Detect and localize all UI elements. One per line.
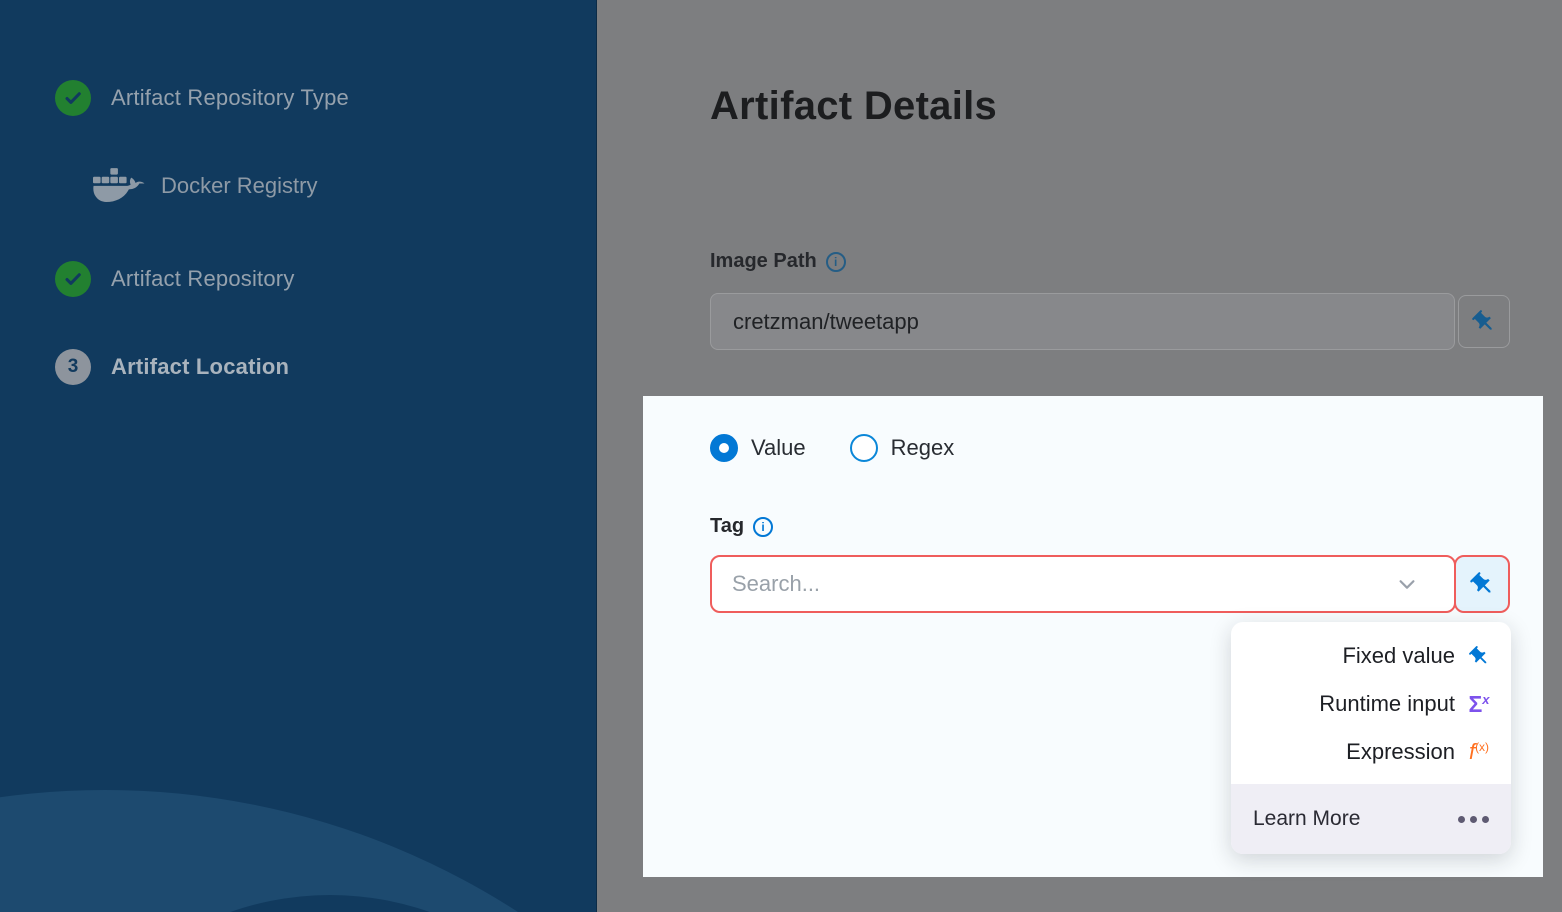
ellipsis-icon[interactable] [1458,816,1489,823]
sidebar-item-docker-registry[interactable]: Docker Registry [93,166,317,206]
step-number-badge: 3 [55,349,91,385]
f-of-x-icon: f(x) [1466,741,1492,763]
sub-step-label: Docker Registry [161,173,317,199]
menu-item-expression[interactable]: Expression f(x) [1231,728,1511,776]
menu-item-runtime-input[interactable]: Runtime input Σx [1231,680,1511,728]
check-icon [55,261,91,297]
tag-search-box [710,555,1456,613]
menu-footer: Learn More [1231,784,1511,854]
learn-more-link[interactable]: Learn More [1253,807,1360,831]
tag-type-radio-group: Value Regex [710,434,954,462]
value-type-menu-items: Fixed value Runtime input Σx Expression … [1231,622,1511,784]
tag-selection-panel: Value Regex Tag i [643,396,1543,877]
radio-unselected-icon [850,434,878,462]
value-type-menu: Fixed value Runtime input Σx Expression … [1231,622,1511,854]
tag-select-control [710,555,1510,613]
page-title: Artifact Details [710,84,997,129]
pin-icon [1471,309,1497,335]
tag-search-input[interactable] [712,557,1454,611]
radio-regex[interactable]: Regex [850,434,955,462]
artifact-wizard-screen: Artifact Repository Type Docker Registry [0,0,1562,912]
info-icon[interactable]: i [753,517,773,537]
pin-icon [1469,571,1496,598]
pin-icon [1466,645,1492,668]
radio-value[interactable]: Value [710,434,806,462]
docker-whale-icon [93,166,145,206]
info-icon[interactable]: i [826,252,846,272]
sidebar-step-artifact-repository-type[interactable]: Artifact Repository Type [55,80,349,116]
decorative-arc [0,790,597,912]
chevron-down-icon[interactable] [1396,573,1418,595]
radio-selected-icon [710,434,738,462]
sidebar-step-artifact-repository[interactable]: Artifact Repository [55,261,295,297]
tag-pin-button[interactable] [1454,555,1510,613]
image-path-input[interactable] [710,293,1455,350]
wizard-sidebar: Artifact Repository Type Docker Registry [0,0,597,912]
image-path-label: Image Path i [710,250,846,273]
step-label: Artifact Location [111,354,289,380]
sidebar-step-artifact-location[interactable]: 3 Artifact Location [55,349,289,385]
image-path-pin-button[interactable] [1458,295,1510,348]
main-content: Artifact Details Image Path i Value Rege… [597,0,1562,912]
menu-item-fixed-value[interactable]: Fixed value [1231,632,1511,680]
step-label: Artifact Repository Type [111,85,349,111]
check-icon [55,80,91,116]
tag-label: Tag i [710,515,773,538]
sigma-x-icon: Σx [1466,693,1492,716]
step-label: Artifact Repository [111,266,295,292]
